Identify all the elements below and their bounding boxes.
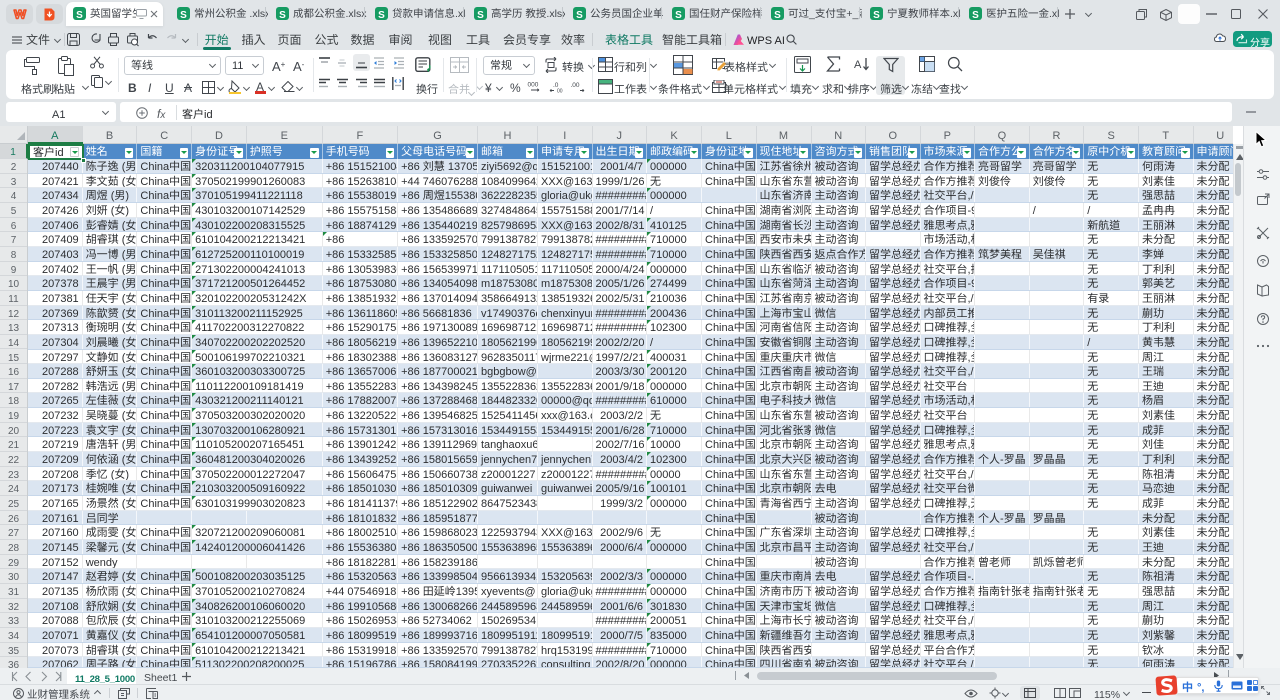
svg-text:000: 000 (528, 80, 539, 89)
svg-text:.00: .00 (571, 80, 580, 89)
svg-text:A: A (854, 56, 862, 72)
svg-text:00: 00 (557, 88, 563, 94)
